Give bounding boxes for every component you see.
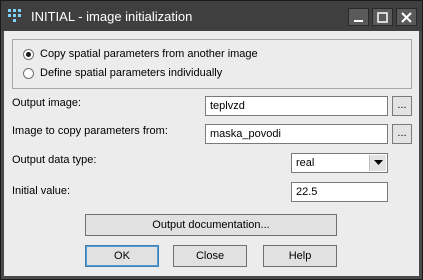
title-bar[interactable]: INITIAL - image initialization xyxy=(1,1,422,31)
radio-button[interactable] xyxy=(23,67,34,79)
maximize-icon xyxy=(377,11,388,23)
ok-button[interactable]: OK xyxy=(85,245,159,267)
data-type-label: Output data type: xyxy=(12,154,97,166)
output-documentation-button[interactable]: Output documentation... xyxy=(85,214,337,236)
dialog-body: Copy spatial parameters from another ima… xyxy=(4,31,419,276)
copy-from-label: Image to copy parameters from: xyxy=(12,125,168,137)
close-button[interactable]: Close xyxy=(173,245,247,267)
close-window-button[interactable] xyxy=(396,8,417,26)
radio-copy-spatial-label: Copy spatial parameters from another ima… xyxy=(40,48,258,60)
initial-value-label: Initial value: xyxy=(12,185,71,197)
maximize-button[interactable] xyxy=(372,8,393,26)
output-image-browse-button[interactable]: ... xyxy=(392,96,412,116)
minimize-icon xyxy=(354,19,363,22)
data-type-select[interactable]: real xyxy=(291,153,388,173)
spatial-options-group: Copy spatial parameters from another ima… xyxy=(12,39,412,89)
radio-define-spatial-label: Define spatial parameters individually xyxy=(40,67,223,79)
radio-copy-spatial[interactable]: Copy spatial parameters from another ima… xyxy=(23,48,258,60)
app-icon xyxy=(8,9,21,22)
initial-value-input[interactable]: 22.5 xyxy=(291,182,388,202)
close-icon xyxy=(401,11,412,23)
dialog-window: INITIAL - image initialization Copy spat… xyxy=(0,0,423,280)
radio-define-spatial[interactable]: Define spatial parameters individually xyxy=(23,67,222,79)
minimize-button[interactable] xyxy=(348,8,369,26)
copy-from-browse-button[interactable]: ... xyxy=(392,124,412,144)
help-button[interactable]: Help xyxy=(263,245,337,267)
dropdown-arrow-button[interactable] xyxy=(369,155,386,171)
window-title: INITIAL - image initialization xyxy=(31,9,193,24)
chevron-down-icon xyxy=(373,160,383,165)
output-image-label: Output image: xyxy=(12,97,82,109)
output-image-input[interactable]: teplvzd xyxy=(205,96,388,116)
copy-from-input[interactable]: maska_povodi xyxy=(205,124,388,144)
radio-button-selected[interactable] xyxy=(23,48,34,60)
data-type-value: real xyxy=(296,157,315,169)
